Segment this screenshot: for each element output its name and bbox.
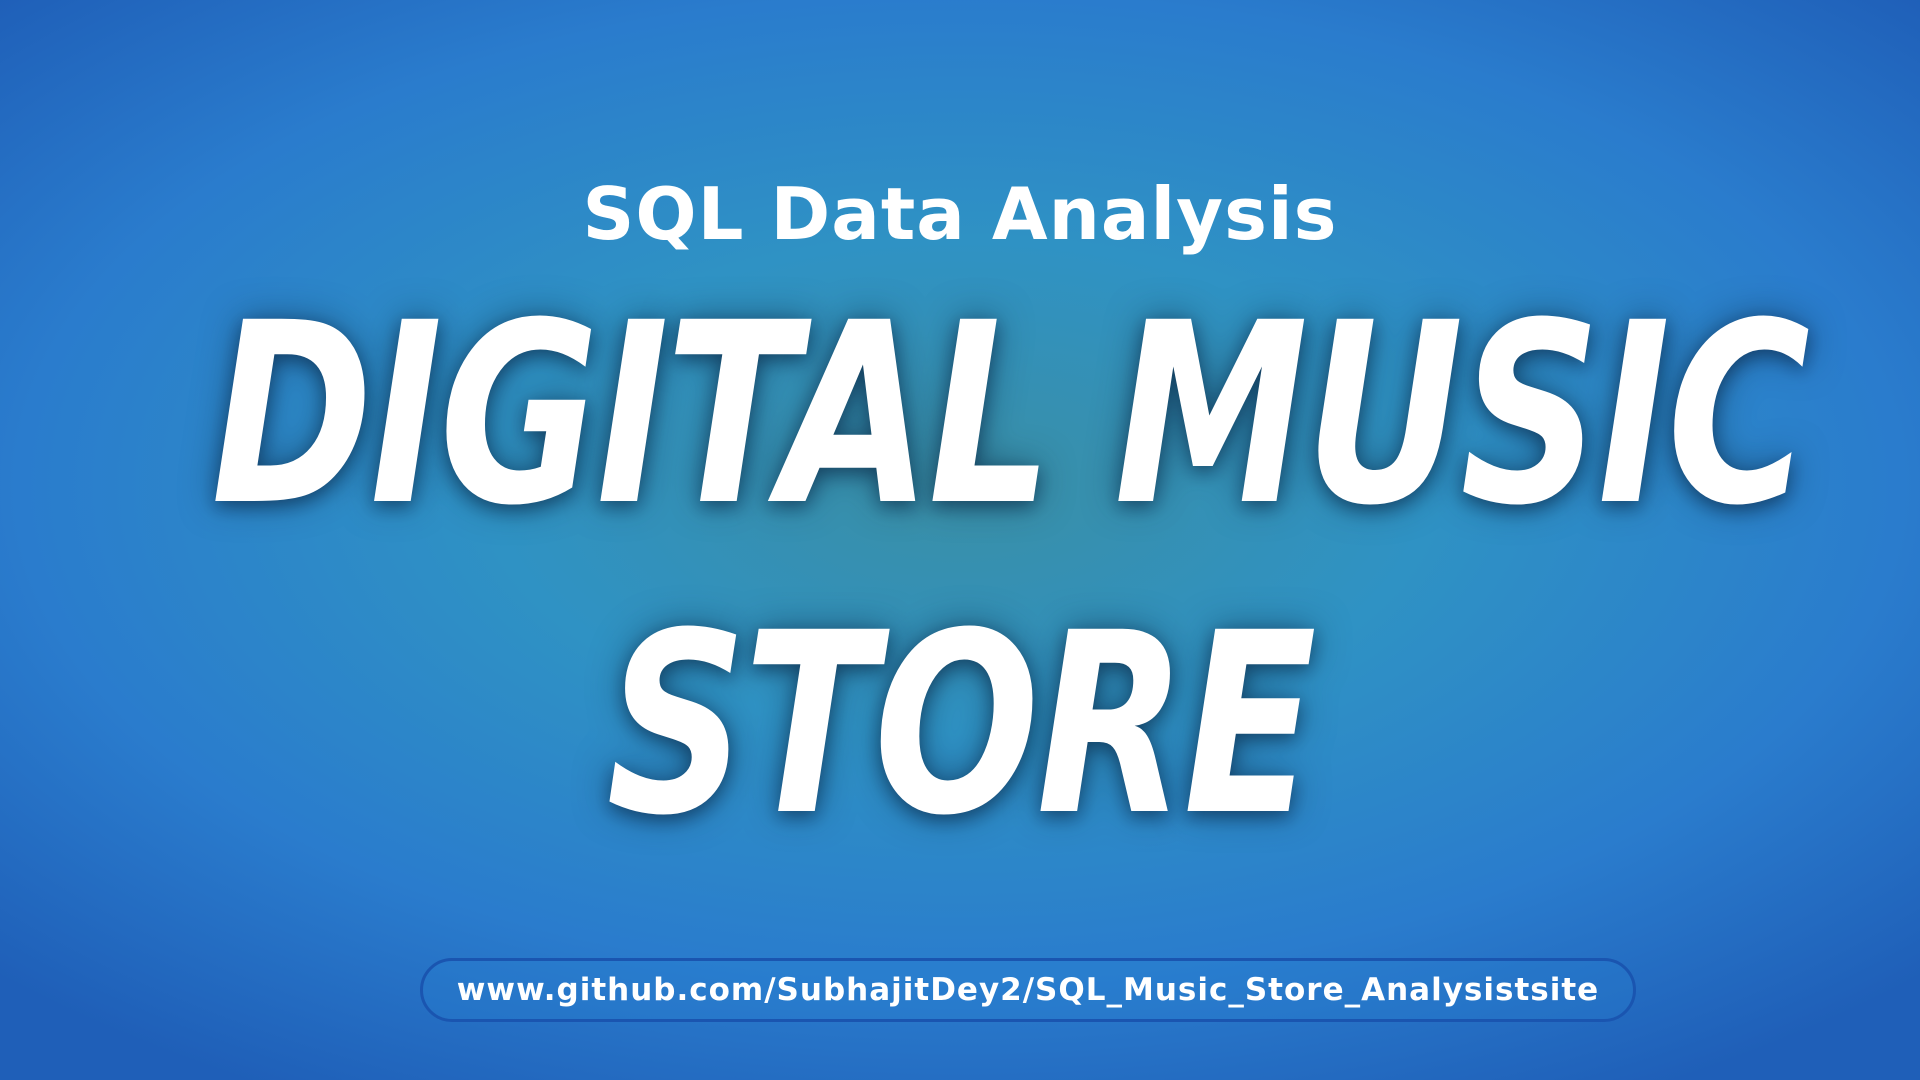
subtitle: SQL Data Analysis bbox=[582, 172, 1338, 256]
url-pill: www.github.com/SubhajitDey2/SQL_Music_St… bbox=[420, 958, 1636, 1022]
banner-canvas: SQL Data Analysis DIGITAL MUSIC STORE ww… bbox=[0, 0, 1920, 1080]
title-line-1: DIGITAL MUSIC bbox=[211, 269, 1810, 560]
title-line-2: STORE bbox=[606, 579, 1317, 870]
url-text: www.github.com/SubhajitDey2/SQL_Music_St… bbox=[456, 972, 1600, 1008]
